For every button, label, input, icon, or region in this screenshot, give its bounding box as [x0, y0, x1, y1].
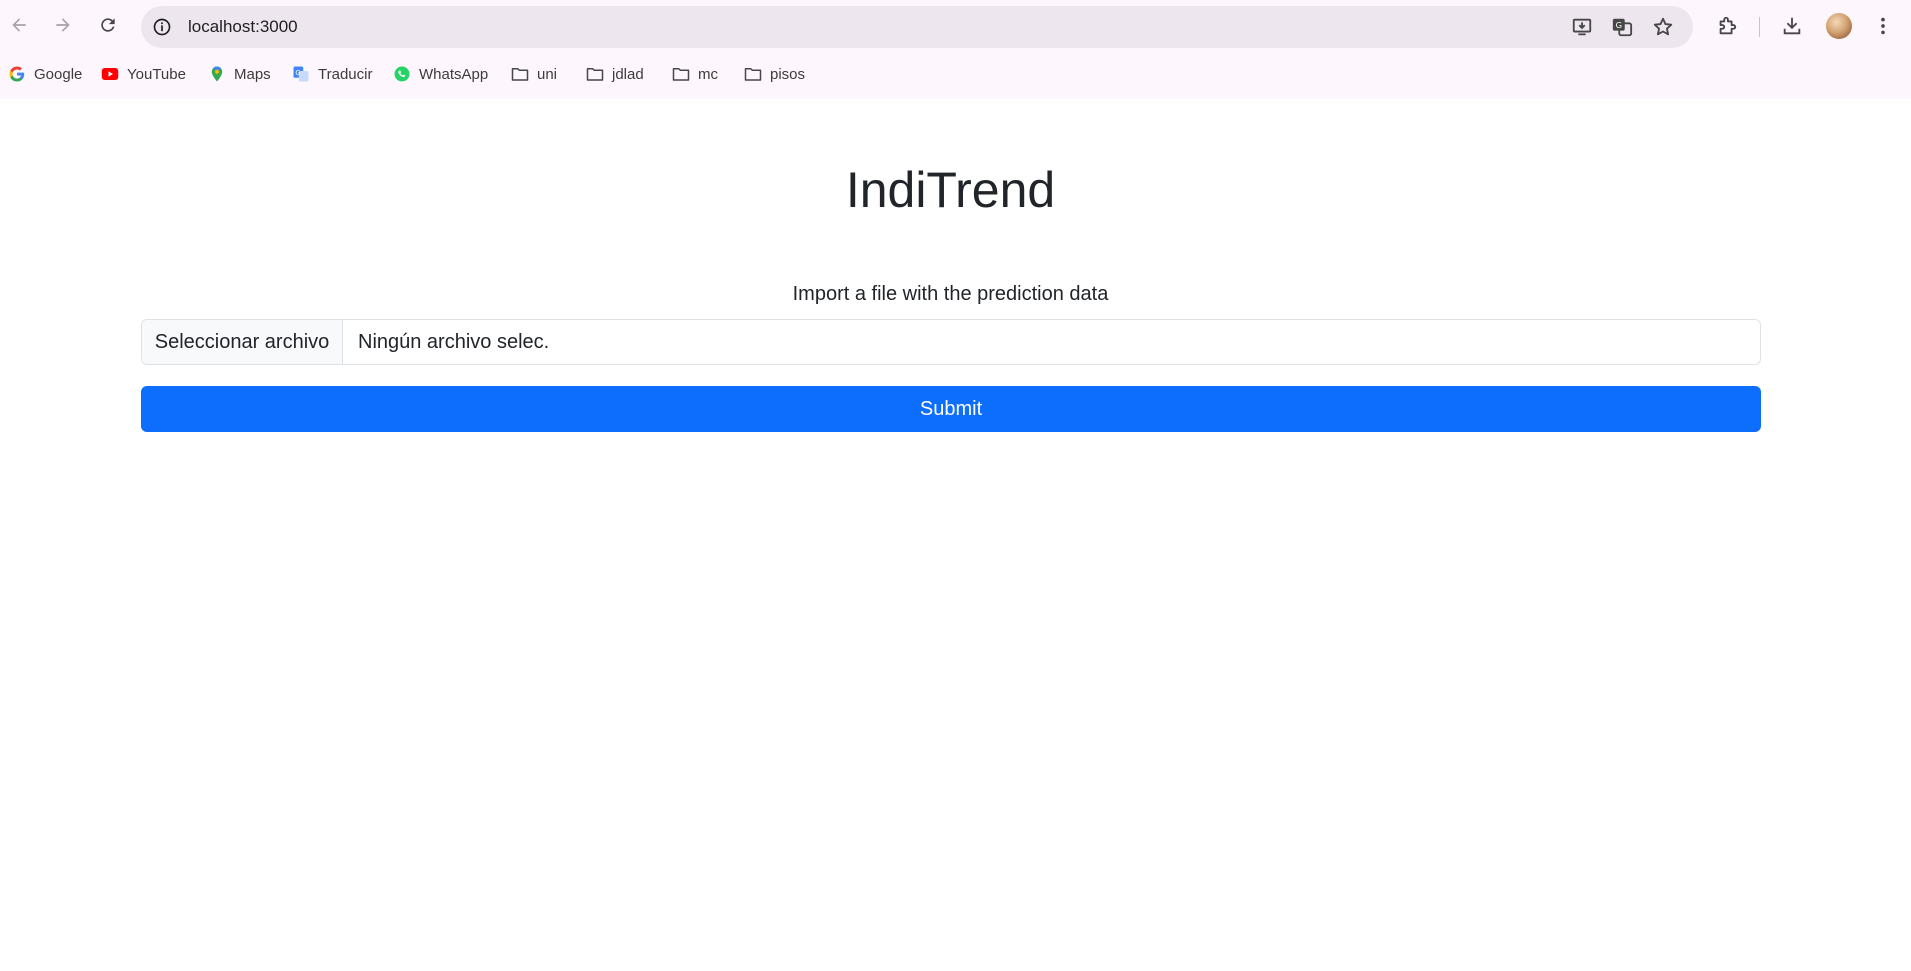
arrow-left-icon	[12, 18, 26, 32]
file-input[interactable]: Seleccionar archivo Ningún archivo selec…	[141, 319, 1761, 365]
folder-icon	[586, 68, 604, 81]
bookmark-label: Traducir	[318, 65, 373, 83]
back-button[interactable]	[5, 11, 33, 39]
bookmark-label: jdlad	[612, 65, 644, 83]
bookmark-folder-mc[interactable]: mc	[672, 62, 718, 86]
kebab-menu-icon[interactable]	[1870, 13, 1896, 39]
bookmark-label: pisos	[770, 65, 806, 83]
bookmark-label: Maps	[234, 65, 271, 83]
page-title: IndiTrend	[845, 162, 1056, 218]
bookmark-youtube[interactable]: YouTube	[101, 62, 186, 86]
browser-chrome: localhost:3000 G Google YouTube Maps G T…	[0, 0, 1911, 99]
choose-file-button[interactable]: Seleccionar archivo	[142, 320, 343, 364]
bookmark-label: uni	[537, 65, 558, 83]
arrow-right-icon	[56, 18, 70, 32]
translate-icon: G	[293, 66, 309, 82]
svg-text:G: G	[295, 69, 300, 77]
toolbar-divider	[1759, 17, 1760, 37]
bookmark-google[interactable]: Google	[8, 62, 82, 86]
google-icon	[9, 66, 25, 82]
reload-button[interactable]	[94, 11, 122, 39]
url-text[interactable]: localhost:3000	[188, 17, 298, 37]
whatsapp-icon	[394, 66, 410, 82]
maps-icon	[211, 66, 223, 82]
folder-icon	[511, 68, 529, 81]
bookmarks-bar: Google YouTube Maps G Traducir WhatsApp …	[0, 58, 1911, 90]
bookmark-traducir[interactable]: G Traducir	[292, 62, 372, 86]
page-content: IndiTrend Import a file with the predict…	[0, 99, 1911, 971]
site-info-icon[interactable]	[150, 15, 174, 39]
submit-button[interactable]: Submit	[141, 386, 1761, 432]
import-instructions: Import a file with the prediction data	[792, 283, 1109, 305]
bookmark-folder-pisos[interactable]: pisos	[744, 62, 805, 86]
svg-text:G: G	[1616, 20, 1622, 30]
bookmark-maps[interactable]: Maps	[208, 62, 271, 86]
translate-page-icon[interactable]: G	[1610, 15, 1634, 39]
address-bar[interactable]: localhost:3000 G	[141, 6, 1693, 48]
file-status-text[interactable]: Ningún archivo selec.	[343, 320, 1760, 364]
bookmark-label: YouTube	[127, 65, 186, 83]
bookmark-label: WhatsApp	[419, 65, 489, 83]
downloads-icon[interactable]	[1779, 13, 1805, 39]
bookmark-label: Google	[34, 65, 83, 83]
bookmark-star-icon[interactable]	[1651, 15, 1675, 39]
browser-toolbar: localhost:3000 G	[0, 0, 1911, 54]
bookmark-folder-uni[interactable]: uni	[511, 62, 557, 86]
bookmark-folder-jdlad[interactable]: jdlad	[586, 62, 644, 86]
folder-icon	[672, 68, 690, 81]
extensions-icon[interactable]	[1714, 13, 1740, 39]
folder-icon	[744, 68, 762, 81]
forward-button[interactable]	[49, 11, 77, 39]
reload-icon	[101, 18, 115, 32]
install-app-icon[interactable]	[1570, 15, 1594, 39]
youtube-icon	[101, 68, 119, 80]
bookmark-whatsapp[interactable]: WhatsApp	[393, 62, 488, 86]
profile-avatar[interactable]	[1826, 13, 1852, 39]
bookmark-label: mc	[698, 65, 718, 83]
